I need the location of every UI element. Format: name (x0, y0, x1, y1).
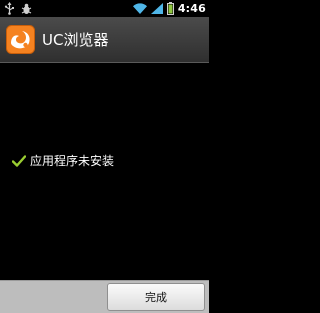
done-button[interactable]: 完成 (107, 283, 205, 311)
app-title: UC浏览器 (42, 31, 109, 49)
wifi-icon (132, 3, 147, 14)
notification-area (0, 2, 32, 15)
system-tray: 4:46 (132, 0, 206, 17)
title-bar: UC浏览器 (0, 17, 209, 62)
signal-icon (150, 3, 163, 14)
button-bar: 完成 (0, 280, 209, 313)
install-status: 应用程序未安装 (12, 152, 114, 169)
uc-browser-icon (6, 25, 35, 54)
debug-icon (21, 3, 32, 15)
status-message: 应用程序未安装 (30, 154, 115, 168)
battery-icon (166, 2, 174, 15)
check-icon (12, 154, 26, 167)
status-bar: 4:46 (0, 0, 209, 17)
clock: 4:46 (177, 2, 206, 15)
usb-icon (4, 2, 15, 15)
main-content: 应用程序未安装 (0, 63, 209, 280)
